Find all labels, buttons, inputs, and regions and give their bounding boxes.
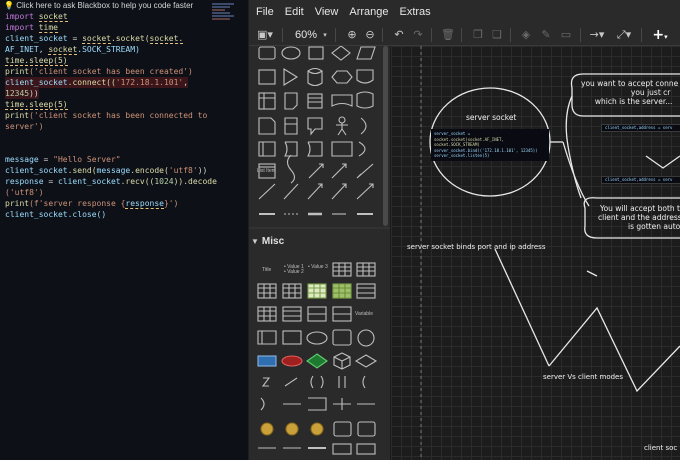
accept-snippet-a: client_socket,address = serv xyxy=(601,124,680,132)
code-line-16: print(f'server response {response}') xyxy=(5,199,179,209)
code-line-7: client_socket.connect(('172.18.1.101', xyxy=(5,77,189,88)
bubble1-text: you want to accept conne you just cr whi… xyxy=(581,79,679,106)
code-line-13: client_socket.send(message.encode('utf8'… xyxy=(5,166,208,175)
code-line-4: AF_INET, socket.SOCK_STREAM) xyxy=(5,45,140,55)
shapes-panel[interactable]: List Item Title • Value 1 • Value 2 • Va… xyxy=(249,46,391,460)
panel-scrollbar[interactable] xyxy=(383,46,388,226)
delete-icon[interactable]: 🗑 xyxy=(441,27,455,43)
redo-icon[interactable]: ↷ xyxy=(411,27,425,43)
code-line-12: message = "Hello Server" xyxy=(5,155,121,164)
code-editor[interactable]: 💡 Click here to ask Blackbox to help you… xyxy=(0,0,248,460)
blackbox-hint-text: Click here to ask Blackbox to help you c… xyxy=(16,1,194,10)
to-back-icon[interactable]: ❏ xyxy=(490,27,504,43)
misc-section-header[interactable]: ▼ Misc xyxy=(251,236,284,247)
accept-snippet-b: client_socket,address = serv xyxy=(601,176,680,184)
shape-label-value3: • Value 3 xyxy=(308,264,328,270)
menu-bar: File Edit View Arrange Extras xyxy=(249,0,680,24)
blackbox-hint[interactable]: 💡 Click here to ask Blackbox to help you… xyxy=(4,1,193,10)
code-line-3: client_socket = socket.socket(socket. xyxy=(5,34,184,44)
minimap[interactable] xyxy=(212,2,234,26)
chevron-down-icon[interactable]: ▾ xyxy=(321,27,329,43)
code-line-17: client_socket.close() xyxy=(5,210,107,219)
shape-label-title: Title xyxy=(262,267,272,273)
bubble2-text: You will accept both th client and the a… xyxy=(598,204,680,231)
shape-label-variable: Variable xyxy=(355,311,373,317)
connection-icon[interactable]: →▾ xyxy=(587,27,607,43)
code-line-15: ('utf8') xyxy=(5,188,44,197)
line-color-icon[interactable]: ✎ xyxy=(539,27,553,43)
modes-label: server Vs client modes xyxy=(543,373,623,381)
zoom-in-icon[interactable]: ⊕ xyxy=(345,27,359,43)
bind-label: server socket binds port and ip address xyxy=(407,243,546,251)
code-line-5: time.sleep(5) xyxy=(5,56,68,66)
zoom-out-icon[interactable]: ⊖ xyxy=(363,27,377,43)
to-front-icon[interactable]: ❐ xyxy=(471,27,485,43)
diagram-canvas[interactable]: server socket server_socket = socket.soc… xyxy=(391,46,680,460)
drawio-app: File Edit View Arrange Extras ▣▾ 60% ▾ ⊕… xyxy=(249,0,680,460)
menu-edit[interactable]: Edit xyxy=(285,6,304,18)
server-code-snippet: server_socket = socket.socket(socket.AF_… xyxy=(431,129,549,161)
lightbulb-icon: 💡 xyxy=(4,1,14,10)
client-socket-label: client soc xyxy=(644,444,678,452)
undo-icon[interactable]: ↶ xyxy=(392,27,406,43)
code-line-10: print('client socket has been connected … xyxy=(5,111,208,120)
server-socket-title: server socket xyxy=(466,113,517,122)
zoom-select[interactable]: 60% xyxy=(289,27,323,43)
fill-color-icon[interactable]: ◈ xyxy=(519,27,533,43)
insert-plus-icon[interactable]: +▾ xyxy=(650,27,670,43)
diagram-connectors xyxy=(420,46,680,460)
code-line-1: import socket xyxy=(5,12,68,22)
menu-extras[interactable]: Extras xyxy=(400,6,431,18)
code-line-2: import time xyxy=(5,23,58,33)
shape-library[interactable] xyxy=(249,46,391,460)
shadow-icon[interactable]: ▭ xyxy=(559,27,573,43)
menu-arrange[interactable]: Arrange xyxy=(349,6,388,18)
waypoints-icon[interactable]: ⤢▾ xyxy=(614,27,634,43)
code-line-14: response = client_socket.recv((1024)).de… xyxy=(5,177,217,186)
code-line-8: 12345)) xyxy=(5,88,39,99)
menu-file[interactable]: File xyxy=(256,6,274,18)
panel-toggle-icon[interactable]: ▣▾ xyxy=(255,27,275,43)
code-line-6: print('client socket has been created') xyxy=(5,67,193,76)
misc-section-label: Misc xyxy=(261,236,285,247)
shape-label-value2: • Value 2 xyxy=(284,269,304,275)
menu-view[interactable]: View xyxy=(315,6,339,18)
chevron-down-icon: ▼ xyxy=(251,237,259,246)
code-line-11: server') xyxy=(5,122,44,131)
shape-label-list-item: List Item xyxy=(257,168,276,174)
code-line-9: time.sleep(5) xyxy=(5,100,68,110)
toolbar: ▣▾ 60% ▾ ⊕ ⊖ ↶ ↷ 🗑 ❐ ❏ ◈ ✎ ▭ →▾ ⤢▾ +▾ xyxy=(249,24,680,46)
